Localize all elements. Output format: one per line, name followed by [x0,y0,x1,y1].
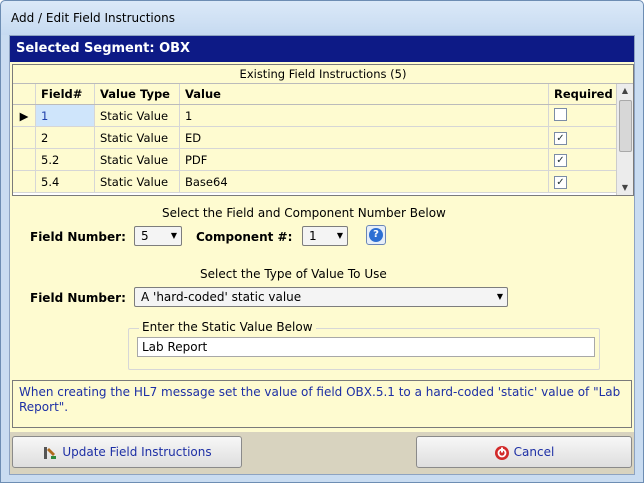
cancel-button-label: Cancel [513,445,555,459]
component-label: Component #: [196,230,293,244]
value-type-label: Field Number: [30,291,126,305]
update-field-instructions-button[interactable]: Update Field Instructions [12,436,242,468]
column-header-required[interactable]: Required [548,84,619,105]
scroll-thumb[interactable] [619,100,632,152]
help-icon: ? [369,228,383,242]
cell-field[interactable]: 5.4 [35,170,95,193]
field-number-label: Field Number: [30,230,126,244]
cell-value-type[interactable]: Static Value [94,104,180,127]
required-checkbox[interactable] [554,107,567,121]
cancel-button[interactable]: Cancel [416,436,632,468]
field-section-heading: Select the Field and Component Number Be… [162,206,446,220]
update-button-label: Update Field Instructions [62,445,212,459]
instructions-table: Field# Value Type Value Required ▶ 1 Sta… [13,84,619,193]
field-instructions-grid: Existing Field Instructions (5) Field# V… [12,64,634,196]
cell-field[interactable]: 1 [35,104,95,127]
row-header-corner [13,84,36,105]
static-value-group: Enter the Static Value Below Lab Report [128,320,600,370]
cancel-icon [494,445,509,460]
scroll-up-icon[interactable]: ▲ [617,84,633,98]
column-header-field[interactable]: Field# [35,84,95,105]
cell-required[interactable] [548,104,619,127]
help-button[interactable]: ? [366,225,386,245]
value-type-selected: A 'hard-coded' static value [141,290,302,304]
required-checkbox[interactable]: ✓ [554,176,567,189]
static-value-input[interactable]: Lab Report [137,337,595,357]
cell-value[interactable]: Base64 [179,170,549,193]
chevron-down-icon: ▼ [170,231,177,240]
table-row[interactable]: 5.4 Static Value Base64 ✓ [13,170,619,193]
grid-scrollbar[interactable]: ▲ ▼ [616,84,633,195]
window-title: Add / Edit Field Instructions [11,11,175,25]
dialog-body: Selected Segment: OBX Existing Field Ins… [9,35,635,475]
table-row[interactable]: ▶ 1 Static Value 1 [13,104,619,127]
type-section-heading: Select the Type of Value To Use [200,267,387,281]
cell-required[interactable]: ✓ [548,126,619,149]
value-type-dropdown[interactable]: A 'hard-coded' static value ▼ [134,287,508,307]
current-row-indicator-icon: ▶ [13,104,36,127]
cell-value[interactable]: PDF [179,148,549,171]
chevron-down-icon: ▼ [496,292,503,301]
instruction-summary: When creating the HL7 message set the va… [12,380,632,428]
segment-header: Selected Segment: OBX [10,36,634,62]
static-value-group-title: Enter the Static Value Below [139,320,316,334]
required-checkbox[interactable]: ✓ [554,132,567,145]
grid-caption: Existing Field Instructions (5) [13,65,633,84]
column-header-value-type[interactable]: Value Type [94,84,180,105]
cell-value[interactable]: 1 [179,104,549,127]
scroll-down-icon[interactable]: ▼ [617,181,633,195]
dialog-window: Add / Edit Field Instructions Selected S… [0,0,644,483]
component-dropdown[interactable]: 1 ▼ [302,226,348,246]
table-row[interactable]: 2 Static Value ED ✓ [13,126,619,149]
button-bar: Update Field Instructions Cancel [10,432,634,474]
chevron-down-icon: ▼ [336,231,343,240]
static-value-text: Lab Report [142,340,208,354]
component-value: 1 [309,229,317,243]
cell-value-type[interactable]: Static Value [94,126,180,149]
tools-icon [44,446,57,459]
cell-field[interactable]: 5.2 [35,148,95,171]
cell-field[interactable]: 2 [35,126,95,149]
title-bar[interactable]: Add / Edit Field Instructions [1,1,643,35]
cell-required[interactable]: ✓ [548,148,619,171]
cell-value-type[interactable]: Static Value [94,170,180,193]
cell-value-type[interactable]: Static Value [94,148,180,171]
required-checkbox[interactable]: ✓ [554,154,567,167]
field-number-value: 5 [141,229,149,243]
field-number-dropdown[interactable]: 5 ▼ [134,226,182,246]
cell-required[interactable]: ✓ [548,170,619,193]
column-header-value[interactable]: Value [179,84,549,105]
cell-value[interactable]: ED [179,126,549,149]
table-row[interactable]: 5.2 Static Value PDF ✓ [13,148,619,171]
